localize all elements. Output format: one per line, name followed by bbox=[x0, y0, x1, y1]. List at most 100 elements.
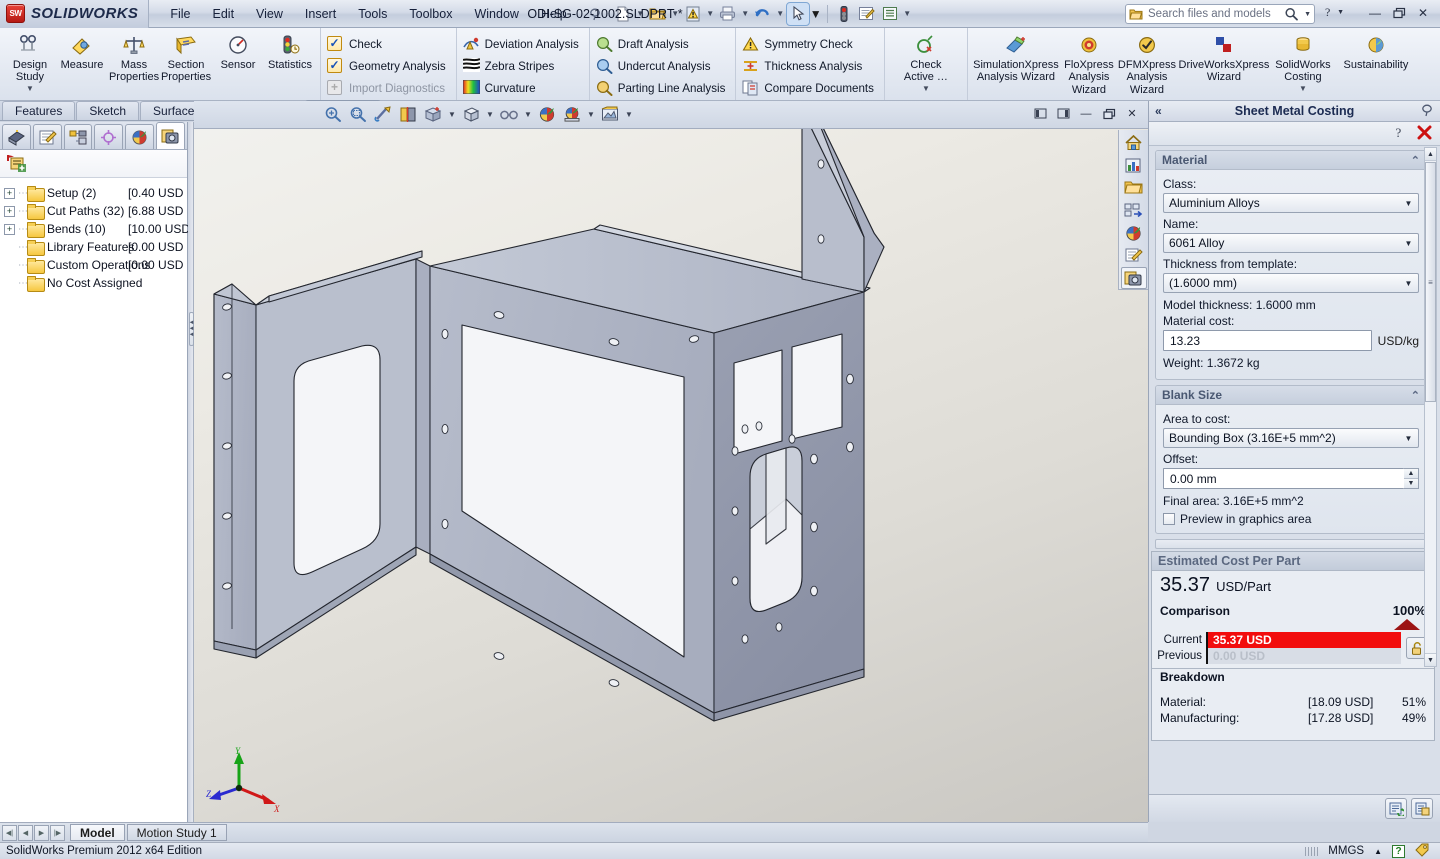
sidebar-item-costing-manager[interactable] bbox=[156, 122, 185, 149]
parting-line-analysis-menu-item[interactable]: Parting Line Analysis bbox=[594, 77, 732, 99]
costing-template-icon[interactable] bbox=[5, 153, 29, 175]
pushpin-icon[interactable] bbox=[1420, 103, 1434, 120]
design-study-button[interactable]: Design Study ▼ bbox=[4, 30, 56, 94]
statistics-button[interactable]: Statistics bbox=[264, 30, 316, 71]
tag-icon[interactable] bbox=[1415, 843, 1430, 859]
undercut-analysis-menu-item[interactable]: Undercut Analysis bbox=[594, 55, 732, 77]
scene-caret-icon[interactable]: ▼ bbox=[586, 104, 596, 126]
offset-stepper[interactable]: ▲▼ bbox=[1404, 468, 1419, 489]
tree-item-library-features[interactable]: ⋯ Library Features [0.00 USD bbox=[4, 238, 187, 256]
thickness-dropdown[interactable]: (1.6000 mm) ▼ bbox=[1163, 273, 1419, 293]
menu-file[interactable]: File bbox=[159, 3, 201, 25]
hide-show-caret-icon[interactable]: ▼ bbox=[523, 104, 533, 126]
simulationxpress-button[interactable]: SimulationXpress Analysis Wizard bbox=[972, 30, 1060, 84]
document-minimize-button[interactable]: — bbox=[1076, 104, 1096, 123]
open-caret-icon[interactable]: ▼ bbox=[670, 3, 681, 25]
home-house-icon[interactable] bbox=[1121, 132, 1147, 154]
tab-model[interactable]: Model bbox=[70, 824, 125, 841]
menu-edit[interactable]: Edit bbox=[202, 3, 246, 25]
deviation-analysis-menu-item[interactable]: Deviation Analysis bbox=[461, 33, 585, 55]
panel-scrollbar[interactable]: ▲ ≡ ▼ bbox=[1424, 147, 1437, 667]
compare-documents-menu-item[interactable]: Compare Documents bbox=[740, 77, 880, 99]
open-folder-icon[interactable] bbox=[647, 3, 669, 25]
chevron-down-icon[interactable]: ▼ bbox=[1401, 430, 1416, 446]
prev-tab-button[interactable]: ◀ bbox=[18, 825, 33, 841]
sidebar-item-configuration-manager[interactable] bbox=[64, 124, 93, 149]
section-view-icon[interactable] bbox=[397, 104, 419, 126]
material-cost-input[interactable]: 13.23 bbox=[1163, 330, 1372, 351]
solidworks-costing-button[interactable]: SolidWorks Costing ▼ bbox=[1272, 30, 1334, 94]
material-class-dropdown[interactable]: Aluminium Alloys ▼ bbox=[1163, 193, 1419, 213]
display-style-caret-icon[interactable]: ▼ bbox=[485, 104, 495, 126]
blank-size-section-header[interactable]: Blank Size ⌃ bbox=[1156, 386, 1426, 405]
chevron-down-icon[interactable]: ▼ bbox=[1401, 235, 1416, 251]
report-refresh-icon[interactable] bbox=[1385, 798, 1407, 819]
import-diagnostics-menu-item[interactable]: + Import Diagnostics bbox=[325, 77, 452, 99]
collapse-chevron-icon[interactable]: ⌃ bbox=[1411, 154, 1420, 167]
custom-properties-icon[interactable] bbox=[1121, 245, 1147, 267]
driveworksxpress-button[interactable]: DriveWorksXpress Wizard bbox=[1176, 30, 1272, 84]
preview-graphics-checkbox-row[interactable]: Preview in graphics area bbox=[1163, 512, 1419, 526]
tree-item-no-cost-assigned[interactable]: ⋯ No Cost Assigned bbox=[4, 274, 187, 292]
rebuild-warning-icon[interactable] bbox=[682, 3, 704, 25]
curvature-menu-item[interactable]: Curvature bbox=[461, 77, 585, 99]
units-caret-icon[interactable]: ▲ bbox=[1374, 847, 1382, 856]
offset-input[interactable]: 0.00 mm bbox=[1163, 468, 1404, 489]
report-document-icon[interactable] bbox=[1411, 798, 1433, 819]
view-settings-caret-icon[interactable]: ▼ bbox=[624, 104, 634, 126]
sidebar-item-display-manager[interactable] bbox=[125, 124, 154, 149]
first-tab-button[interactable]: ◀| bbox=[2, 825, 17, 841]
sheet-metal-part-model[interactable] bbox=[194, 129, 1148, 822]
check-active-button[interactable]: Check Active … ▼ bbox=[889, 30, 963, 94]
help-question-icon[interactable]: ? bbox=[1393, 125, 1407, 143]
expand-icon[interactable]: + bbox=[4, 188, 15, 199]
undo-caret-icon[interactable]: ▼ bbox=[775, 3, 786, 25]
material-name-dropdown[interactable]: 6061 Alloy ▼ bbox=[1163, 233, 1419, 253]
check-menu-item[interactable]: ✓ Check bbox=[325, 33, 452, 55]
solidworks-costing-caret-icon[interactable]: ▼ bbox=[1299, 85, 1307, 94]
sidebar-item-dimxpert-manager[interactable] bbox=[94, 124, 123, 149]
menu-view[interactable]: View bbox=[245, 3, 294, 25]
search-caret-icon[interactable]: ▼ bbox=[1304, 11, 1311, 18]
units-label[interactable]: MMGS bbox=[1328, 845, 1364, 857]
thickness-analysis-menu-item[interactable]: Thickness Analysis bbox=[740, 55, 880, 77]
view-orientation-caret-icon[interactable]: ▼ bbox=[447, 104, 457, 126]
traffic-light-icon[interactable] bbox=[833, 3, 855, 25]
tab-sketch[interactable]: Sketch bbox=[76, 101, 139, 120]
view-palette-icon[interactable] bbox=[1121, 200, 1147, 222]
design-study-caret-icon[interactable]: ▼ bbox=[26, 85, 34, 94]
help-caret-icon[interactable]: ▼ bbox=[1337, 9, 1344, 16]
new-file-icon[interactable] bbox=[612, 3, 634, 25]
printer-icon[interactable] bbox=[717, 3, 739, 25]
model-viewport[interactable]: Y X Z bbox=[194, 129, 1148, 822]
options-caret-icon[interactable]: ▼ bbox=[902, 3, 913, 25]
scroll-up-icon[interactable]: ▲ bbox=[1425, 148, 1436, 161]
material-section-header[interactable]: Material ⌃ bbox=[1156, 151, 1426, 170]
minimize-button[interactable]: — bbox=[1364, 3, 1386, 23]
restore-left-icon[interactable] bbox=[1030, 104, 1050, 123]
previous-view-icon[interactable] bbox=[372, 104, 394, 126]
tree-item-cut-paths[interactable]: + ⋯ Cut Paths (32) [6.88 USD bbox=[4, 202, 187, 220]
document-restore-button[interactable] bbox=[1099, 104, 1119, 123]
sidebar-item-feature-manager[interactable] bbox=[2, 124, 31, 149]
scene-sphere-icon[interactable] bbox=[561, 104, 583, 126]
tree-item-setup[interactable]: + ⋯ Setup (2) [0.40 USD bbox=[4, 184, 187, 202]
search-box[interactable]: Search files and models ▼ bbox=[1125, 4, 1315, 24]
mass-properties-button[interactable]: Mass Properties bbox=[108, 30, 160, 84]
preview-checkbox[interactable] bbox=[1163, 513, 1175, 525]
restore-button[interactable] bbox=[1388, 3, 1410, 23]
tree-item-bends[interactable]: + ⋯ Bends (10) [10.00 USD bbox=[4, 220, 187, 238]
display-style-cube-icon[interactable] bbox=[460, 104, 482, 126]
menu-help[interactable]: Help bbox=[530, 3, 578, 25]
restore-right-icon[interactable] bbox=[1053, 104, 1073, 123]
quick-help-badge[interactable]: ? bbox=[1392, 845, 1405, 858]
select-caret-icon[interactable]: ▼ bbox=[810, 3, 822, 25]
tree-item-custom-operations[interactable]: ⋯ Custom Operations [0.00 USD bbox=[4, 256, 187, 274]
scroll-down-icon[interactable]: ▼ bbox=[1425, 653, 1436, 666]
print-caret-icon[interactable]: ▼ bbox=[740, 3, 751, 25]
red-x-close-icon[interactable] bbox=[1417, 125, 1432, 143]
document-close-button[interactable]: ✕ bbox=[1122, 104, 1142, 123]
chevron-down-icon[interactable]: ▼ bbox=[1401, 275, 1416, 291]
area-to-cost-dropdown[interactable]: Bounding Box (3.16E+5 mm^2) ▼ bbox=[1163, 428, 1419, 448]
sustainability-button[interactable]: Sustainability bbox=[1334, 30, 1418, 71]
